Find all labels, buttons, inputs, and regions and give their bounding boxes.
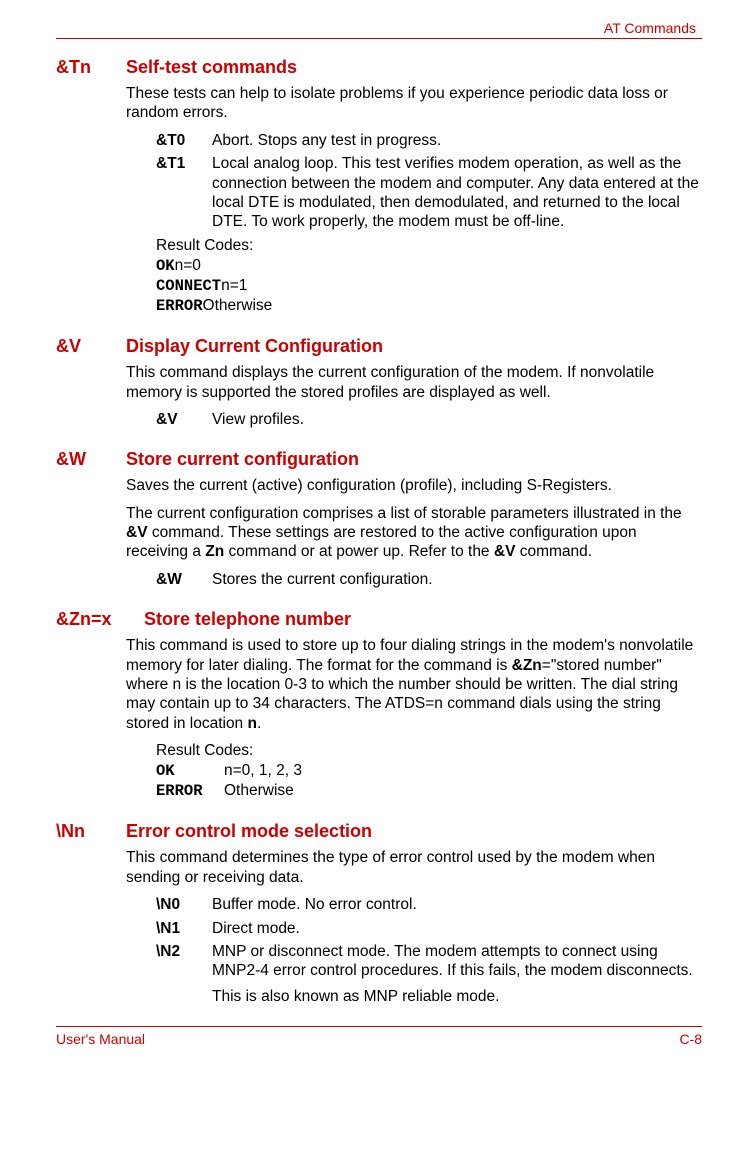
section-w: &W Store current configuration Saves the… <box>56 449 702 589</box>
list-item: &V View profiles. <box>156 410 702 429</box>
cmd-title: Error control mode selection <box>126 821 702 842</box>
result-code: CONNECT <box>156 277 221 295</box>
result-line: ERROROtherwise <box>156 296 702 316</box>
result-rest: n=0 <box>175 257 201 274</box>
param-desc-extra: This is also known as MNP reliable mode. <box>212 987 702 1006</box>
param-list: &T0 Abort. Stops any test in progress. &… <box>156 131 702 232</box>
param-key: &W <box>156 570 212 589</box>
footer: User's Manual C-8 <box>56 1026 702 1047</box>
section-head: &W Store current configuration <box>56 449 702 470</box>
text-fragment: The current configuration comprises a li… <box>126 505 682 522</box>
param-list: &W Stores the current configuration. <box>156 570 702 589</box>
intro-text: This command is used to store up to four… <box>126 636 702 733</box>
result-label: Result Codes: <box>156 236 702 256</box>
result-rest: Otherwise <box>224 782 294 799</box>
param-desc-main: MNP or disconnect mode. The modem attemp… <box>212 942 702 981</box>
result-codes: Result Codes: OKn=0 CONNECTn=1 ERROROthe… <box>156 236 702 317</box>
result-code: OK <box>156 761 224 781</box>
text-fragment: . <box>257 715 261 732</box>
cmd-title: Display Current Configuration <box>126 336 702 357</box>
result-code: ERROR <box>156 297 203 315</box>
param-key: \N1 <box>156 919 212 938</box>
section-nn: \Nn Error control mode selection This co… <box>56 821 702 1006</box>
section-head: \Nn Error control mode selection <box>56 821 702 842</box>
section-head: &V Display Current Configuration <box>56 336 702 357</box>
param-key: &T1 <box>156 154 212 232</box>
param-key: \N2 <box>156 942 212 1006</box>
result-line: CONNECTn=1 <box>156 276 702 296</box>
intro-text-2: The current configuration comprises a li… <box>126 504 702 562</box>
result-rest: n=0, 1, 2, 3 <box>224 762 302 779</box>
result-label: Result Codes: <box>156 741 702 761</box>
result-line: ERROROtherwise <box>156 781 702 801</box>
cmd-title: Store current configuration <box>126 449 702 470</box>
param-desc: View profiles. <box>212 410 702 429</box>
cmd-label: &W <box>56 449 126 470</box>
bold-fragment: n <box>248 715 257 732</box>
bold-fragment: &V <box>126 524 148 541</box>
param-key: \N0 <box>156 895 212 914</box>
result-line: OKn=0, 1, 2, 3 <box>156 761 702 781</box>
result-line: OKn=0 <box>156 256 702 276</box>
cmd-label: &V <box>56 336 126 357</box>
header-rule <box>56 38 702 39</box>
section-tn: &Tn Self-test commands These tests can h… <box>56 57 702 316</box>
list-item: &W Stores the current configuration. <box>156 570 702 589</box>
cmd-title: Store telephone number <box>144 609 702 630</box>
param-key: &T0 <box>156 131 212 150</box>
result-code: OK <box>156 257 175 275</box>
page: AT Commands &Tn Self-test commands These… <box>0 0 738 1067</box>
footer-right: C-8 <box>679 1031 702 1047</box>
list-item: \N2 MNP or disconnect mode. The modem at… <box>156 942 702 1006</box>
intro-text: This command displays the current config… <box>126 363 702 402</box>
section-zn: &Zn=x Store telephone number This comman… <box>56 609 702 801</box>
list-item: \N1 Direct mode. <box>156 919 702 938</box>
header-category: AT Commands <box>56 20 702 36</box>
bold-fragment: &V <box>494 543 516 560</box>
param-desc: Stores the current configuration. <box>212 570 702 589</box>
cmd-label: &Tn <box>56 57 126 78</box>
bold-fragment: &Zn <box>512 657 542 674</box>
section-head: &Zn=x Store telephone number <box>56 609 702 630</box>
text-fragment: command or at power up. Refer to the <box>224 543 494 560</box>
intro-text: This command determines the type of erro… <box>126 848 702 887</box>
section-v: &V Display Current Configuration This co… <box>56 336 702 429</box>
list-item: &T0 Abort. Stops any test in progress. <box>156 131 702 150</box>
result-rest: n=1 <box>221 277 247 294</box>
param-desc: MNP or disconnect mode. The modem attemp… <box>212 942 702 1006</box>
param-key: &V <box>156 410 212 429</box>
cmd-label: \Nn <box>56 821 126 842</box>
bold-fragment: Zn <box>205 543 224 560</box>
intro-text: These tests can help to isolate problems… <box>126 84 702 123</box>
param-desc: Direct mode. <box>212 919 702 938</box>
footer-left: User's Manual <box>56 1031 145 1047</box>
list-item: &T1 Local analog loop. This test verifie… <box>156 154 702 232</box>
list-item: \N0 Buffer mode. No error control. <box>156 895 702 914</box>
param-list: &V View profiles. <box>156 410 702 429</box>
cmd-label: &Zn=x <box>56 609 144 630</box>
result-code: ERROR <box>156 781 224 801</box>
param-list: \N0 Buffer mode. No error control. \N1 D… <box>156 895 702 1006</box>
result-rest: Otherwise <box>203 297 273 314</box>
result-codes: Result Codes: OKn=0, 1, 2, 3 ERROROtherw… <box>156 741 702 801</box>
param-desc: Abort. Stops any test in progress. <box>212 131 702 150</box>
text-fragment: command. <box>515 543 592 560</box>
param-desc: Local analog loop. This test verifies mo… <box>212 154 702 232</box>
param-desc: Buffer mode. No error control. <box>212 895 702 914</box>
section-head: &Tn Self-test commands <box>56 57 702 78</box>
cmd-title: Self-test commands <box>126 57 702 78</box>
intro-text: Saves the current (active) configuration… <box>126 476 702 495</box>
